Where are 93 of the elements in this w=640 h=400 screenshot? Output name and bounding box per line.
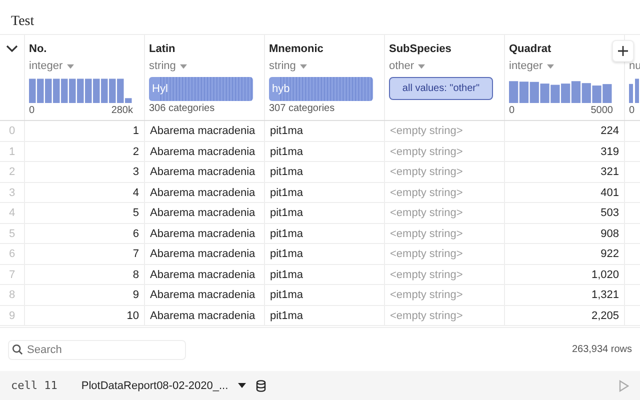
caret-icon[interactable] [238, 383, 246, 388]
collapse-icon[interactable] [6, 45, 18, 53]
table-cell: 2,205 [505, 306, 625, 325]
category-bar: Hyl [149, 77, 253, 101]
table-cell: 9 [25, 285, 145, 304]
table-cell: 319 [505, 142, 625, 161]
table-cell: 1,020 [505, 264, 625, 284]
database-icon[interactable] [256, 380, 266, 392]
table-cell: pit1ma [265, 162, 385, 182]
table-cell: 1,321 [505, 285, 625, 304]
histogram [629, 77, 639, 103]
table-cell: Abarema macradenia [145, 121, 265, 140]
table-cell: 503 [505, 203, 625, 222]
table-cell: 10 [25, 306, 145, 325]
file-dropdown[interactable]: PlotDataReport08-02-2020_... [81, 380, 228, 392]
row-index: 9 [0, 306, 25, 325]
table-cell: pit1ma [265, 264, 385, 284]
cell-label: cell 11 [11, 379, 58, 392]
table-cell: pit1ma [265, 224, 385, 243]
search-field[interactable]: Search [8, 340, 186, 360]
table-cell: 4 [25, 182, 145, 202]
table-cell: Abarema macradenia [145, 182, 265, 202]
axis-label: 5000 [590, 105, 613, 116]
row-index: 5 [0, 224, 25, 243]
table-cell: <empty string> [385, 182, 505, 202]
table-cell: <empty string> [385, 306, 505, 325]
table-cell: <empty string> [385, 121, 505, 140]
table-cell: Abarema macradenia [145, 306, 265, 325]
table-cell: pit1ma [265, 244, 385, 264]
table-cell: 6 [25, 224, 145, 243]
column-name[interactable]: Quadrat [509, 41, 552, 57]
table-cell: Abarema macradenia [145, 162, 265, 182]
column-type-dropdown[interactable]: other [389, 57, 426, 75]
table-cell: <empty string> [385, 264, 505, 284]
row-index: 0 [0, 121, 25, 140]
row-index: 8 [0, 285, 25, 304]
table-cell: pit1ma [265, 121, 385, 140]
row-index: 4 [0, 203, 25, 222]
row-index: 2 [0, 162, 25, 182]
table-cell: 2 [25, 142, 145, 161]
column-type-dropdown[interactable]: integer [509, 57, 554, 75]
table-cell: pit1ma [265, 182, 385, 202]
table-cell: 401 [505, 182, 625, 202]
row-index: 7 [0, 264, 25, 284]
play-icon[interactable] [619, 380, 629, 392]
search-icon [12, 344, 23, 354]
axis-label: 0 [629, 105, 635, 116]
axis-label: 280k [111, 105, 133, 116]
table-cell: pit1ma [265, 203, 385, 222]
row-index: 6 [0, 244, 25, 264]
axis-label: 0 [29, 105, 35, 116]
table-cell: 3 [25, 162, 145, 182]
table-cell: Abarema macradenia [145, 203, 265, 222]
table-cell: <empty string> [385, 224, 505, 243]
table-cell: Abarema macradenia [145, 264, 265, 284]
table-cell: 7 [25, 244, 145, 264]
page-title: Test [10, 13, 36, 31]
table-cell: <empty string> [385, 285, 505, 304]
axis-label: 0 [509, 105, 515, 116]
category-bar: hyb [269, 77, 373, 101]
row-index: 3 [0, 182, 25, 202]
table-cell: Abarema macradenia [145, 285, 265, 304]
table-cell: Abarema macradenia [145, 244, 265, 264]
column-name[interactable]: Mnemonic [269, 41, 324, 57]
column-type-dropdown[interactable]: integer [29, 57, 74, 75]
single-value-bar: all values: "other" [389, 77, 493, 100]
table-cell: <empty string> [385, 244, 505, 264]
row-count: 263,934 rows [572, 344, 632, 355]
table-cell: Abarema macradenia [145, 142, 265, 161]
plus-icon [618, 46, 628, 56]
row-index: 1 [0, 142, 25, 161]
column-name[interactable]: SubSpecies [389, 41, 452, 57]
table-cell: <empty string> [385, 162, 505, 182]
category-count: 306 categories [149, 103, 216, 114]
table-cell: 321 [505, 162, 625, 182]
table-cell: pit1ma [265, 142, 385, 161]
table-cell: pit1ma [265, 285, 385, 304]
add-column-button[interactable] [612, 40, 634, 62]
table-cell: 1 [25, 121, 145, 140]
column-type-dropdown[interactable]: string [269, 57, 307, 75]
table-cell: <empty string> [385, 142, 505, 161]
column-name[interactable]: Latin [149, 41, 176, 57]
column-name[interactable]: No. [29, 41, 47, 57]
table-cell: 8 [25, 264, 145, 284]
table-cell: <empty string> [385, 203, 505, 222]
table-cell: pit1ma [265, 306, 385, 325]
table-cell: 908 [505, 224, 625, 243]
category-count: 307 categories [269, 103, 336, 114]
table-cell: 922 [505, 244, 625, 264]
table-cell: Abarema macradenia [145, 224, 265, 243]
table-cell: 224 [505, 121, 625, 140]
table-cell: 5 [25, 203, 145, 222]
column-type-dropdown[interactable]: string [149, 57, 187, 75]
